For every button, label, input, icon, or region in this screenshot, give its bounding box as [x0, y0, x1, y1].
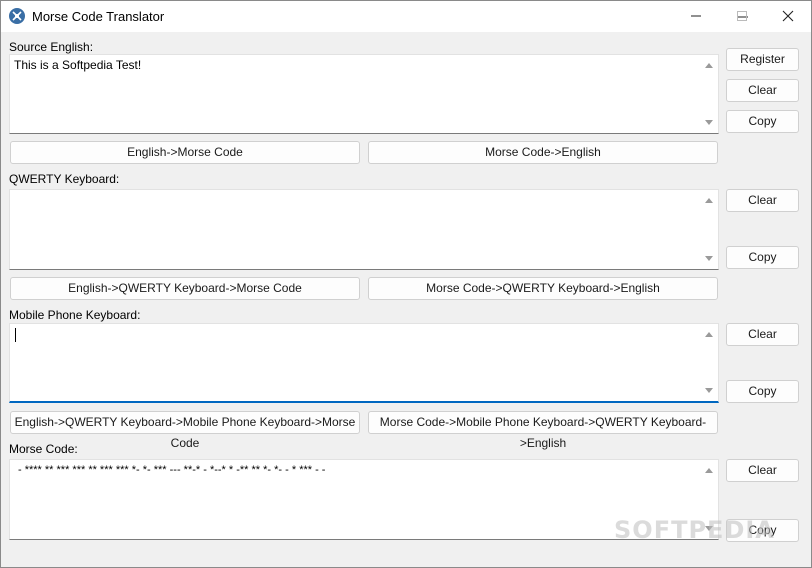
mobile-keyboard-textbox[interactable] [9, 323, 719, 403]
maximize-icon [737, 11, 747, 21]
morse-qwerty-english-button[interactable]: Morse Code->QWERTY Keyboard->English [368, 277, 718, 300]
scroll-up-arrow-icon[interactable] [702, 328, 716, 340]
morse-to-english-button[interactable]: Morse Code->English [368, 141, 718, 164]
morse-code-label: Morse Code: [9, 442, 78, 456]
window-title: Morse Code Translator [32, 9, 165, 24]
close-button[interactable] [765, 0, 811, 31]
mobile-keyboard-label: Mobile Phone Keyboard: [9, 308, 141, 322]
morse-mobile-qwerty-english-button[interactable]: Morse Code->Mobile Phone Keyboard->QWERT… [368, 411, 718, 450]
source-english-text: This is a Softpedia Test! [14, 58, 142, 72]
english-to-morse-button[interactable]: English->Morse Code [10, 141, 360, 164]
qwerty-keyboard-textbox[interactable] [9, 189, 719, 270]
morse-clear-button[interactable]: Clear [726, 459, 799, 482]
english-qwerty-mobile-morse-button[interactable]: English->QWERTY Keyboard->Mobile Phone K… [10, 411, 360, 450]
morse-code-textbox[interactable]: - **** ** *** *** ** *** *** *- *- *** -… [9, 459, 719, 540]
source-clear-button[interactable]: Clear [726, 79, 799, 102]
source-english-textbox[interactable]: This is a Softpedia Test! [9, 54, 719, 134]
morse-code-text: - **** ** *** *** ** *** *** *- *- *** -… [18, 464, 326, 476]
qwerty-copy-button[interactable]: Copy [726, 246, 799, 269]
source-copy-button[interactable]: Copy [726, 110, 799, 133]
mobile-clear-button[interactable]: Clear [726, 323, 799, 346]
mobile-copy-button[interactable]: Copy [726, 380, 799, 403]
minimize-icon [691, 15, 701, 17]
source-english-label: Source English: [9, 40, 94, 54]
morse-app-icon [9, 8, 25, 24]
scroll-down-arrow-icon[interactable] [702, 117, 716, 129]
scroll-down-arrow-icon[interactable] [702, 253, 716, 265]
scroll-down-arrow-icon[interactable] [702, 385, 716, 397]
scroll-up-arrow-icon[interactable] [702, 194, 716, 206]
english-qwerty-morse-button[interactable]: English->QWERTY Keyboard->Morse Code [10, 277, 360, 300]
text-caret [15, 328, 16, 342]
close-icon [782, 10, 794, 22]
register-button[interactable]: Register [726, 48, 799, 71]
qwerty-keyboard-label: QWERTY Keyboard: [9, 172, 120, 186]
minimize-button-ctl[interactable] [673, 0, 719, 31]
maximize-button[interactable] [719, 0, 765, 31]
qwerty-clear-button[interactable]: Clear [726, 189, 799, 212]
scroll-up-arrow-icon[interactable] [702, 464, 716, 476]
scroll-up-arrow-icon[interactable] [702, 59, 716, 71]
softpedia-watermark: SOFTPEDIA [614, 516, 775, 544]
